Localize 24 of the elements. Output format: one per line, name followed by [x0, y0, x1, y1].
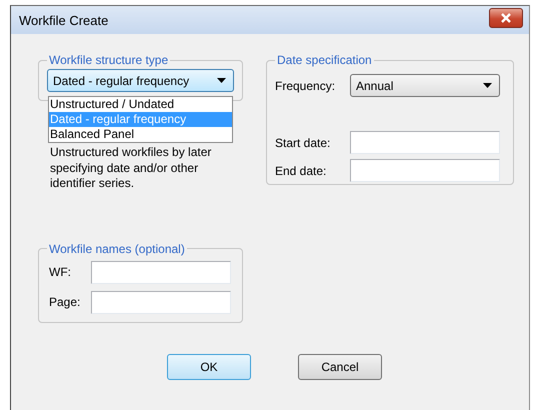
- caret-icon: [217, 78, 226, 83]
- group-legend: Date specification: [275, 53, 374, 67]
- cancel-button[interactable]: Cancel: [298, 354, 382, 380]
- input-field[interactable]: [350, 131, 500, 154]
- close-button[interactable]: [489, 8, 523, 28]
- field-label: Start date:: [275, 136, 332, 150]
- field-label: End date:: [275, 164, 328, 178]
- dropdown-option[interactable]: Balanced Panel: [49, 127, 232, 142]
- field-label: Frequency:: [275, 78, 336, 92]
- group-legend: Workfile structure type: [47, 53, 170, 67]
- field-label: Page:: [48, 295, 82, 309]
- frequency-dropdown[interactable]: Annual: [350, 74, 500, 97]
- close-icon: [500, 13, 512, 23]
- window-title: Workfile Create: [19, 12, 108, 28]
- input-field[interactable]: [91, 260, 231, 284]
- description-text: Unstructured workfiles by later specifying date and/or other identifier series.: [50, 145, 212, 192]
- field-label: WF:: [48, 265, 72, 279]
- group-legend: Workfile names (optional): [47, 242, 187, 256]
- dropdown-option[interactable]: Unstructured / Undated: [49, 97, 232, 112]
- ok-button[interactable]: OK: [167, 354, 251, 380]
- input-field[interactable]: [91, 290, 231, 314]
- structure-type-dropdown[interactable]: Dated - regular frequency: [47, 69, 234, 92]
- input-field[interactable]: [350, 159, 500, 182]
- caret-icon: [483, 83, 492, 88]
